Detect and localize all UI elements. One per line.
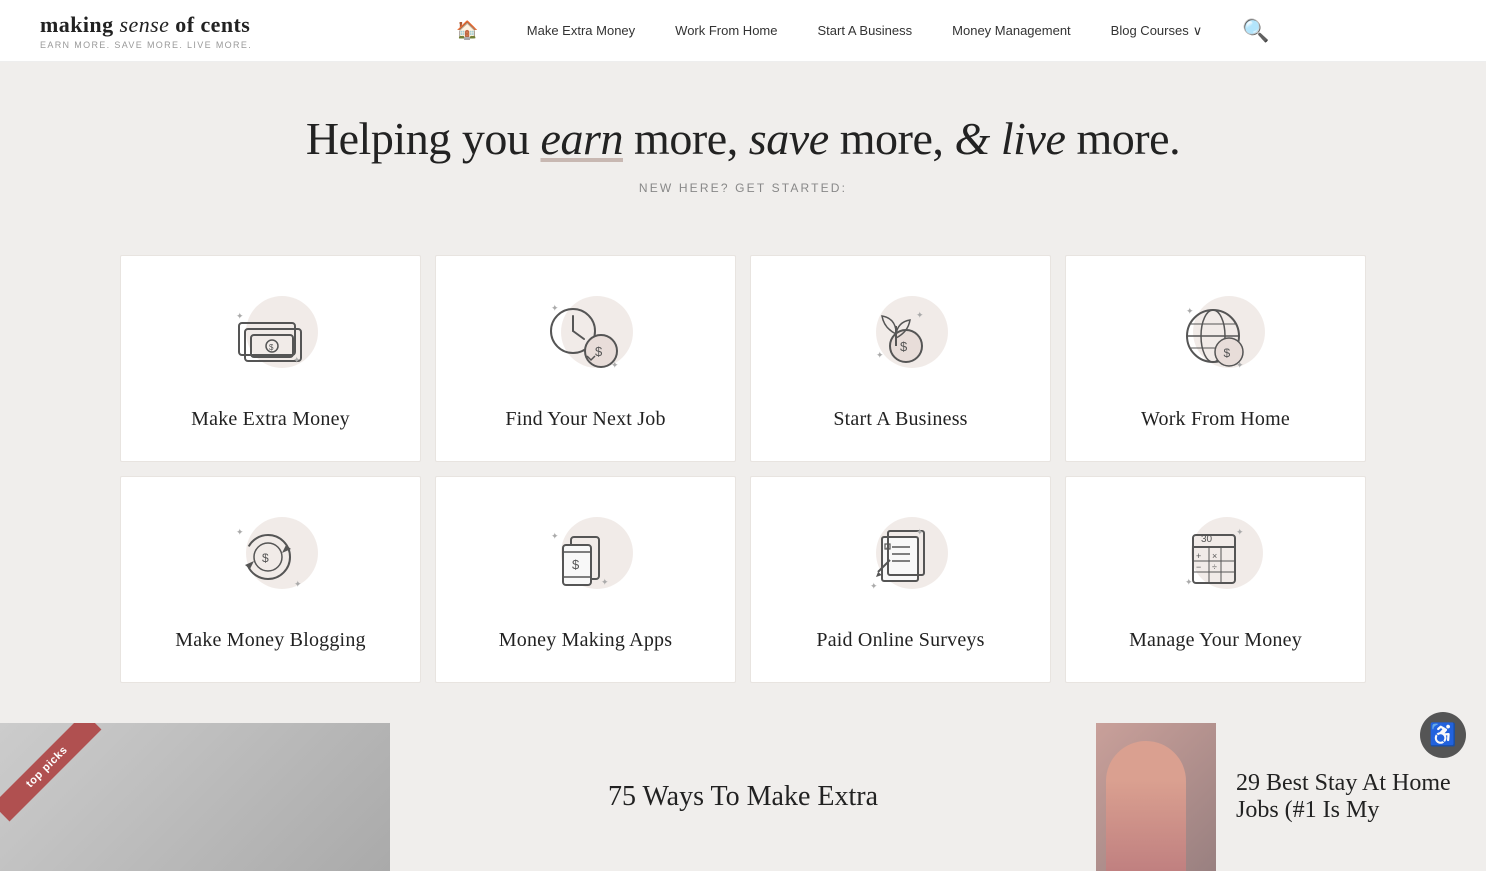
svg-text:✦: ✦ <box>294 579 302 589</box>
svg-text:$: $ <box>1223 346 1230 360</box>
cards-grid: $ ✦ ✦ Make Extra Money $ <box>120 255 1366 683</box>
clock-coin-icon: $ ✦ ✦ <box>541 296 631 376</box>
logo-subtitle: EARN MORE. SAVE MORE. live MORE. <box>40 40 280 50</box>
hero-subheading: NEW HERE? GET STARTED: <box>20 181 1466 195</box>
card-money-making-apps[interactable]: $ ✦ ✦ Money Making Apps <box>435 476 736 683</box>
card-make-money-blogging[interactable]: $ ✦ ✦ Make Money Blogging <box>120 476 421 683</box>
logo[interactable]: making sense of cents EARN MORE. SAVE MO… <box>40 12 280 50</box>
svg-text:✦: ✦ <box>236 527 244 537</box>
svg-text:✦: ✦ <box>1185 577 1193 587</box>
svg-text:+: + <box>1196 551 1201 561</box>
nav-blog-courses[interactable]: Blog Courses ∨ <box>1091 23 1223 39</box>
accessibility-icon: ♿ <box>1429 722 1456 748</box>
svg-text:$: $ <box>262 551 269 565</box>
start-a-business-icon-area: $ ✦ ✦ <box>846 286 956 386</box>
survey-icon: ✓ ✦ ✦ <box>856 517 946 597</box>
person-shape <box>1106 741 1186 871</box>
teaser-article2-image <box>1096 723 1216 871</box>
svg-text:✦: ✦ <box>551 303 559 313</box>
hero-section: Helping you earn more, save more, & live… <box>0 62 1486 255</box>
cards-section: $ ✦ ✦ Make Extra Money $ <box>0 255 1486 723</box>
svg-text:$: $ <box>572 557 580 572</box>
phone-coin-icon: $ ✦ ✦ <box>541 517 631 597</box>
svg-text:✦: ✦ <box>1186 306 1194 316</box>
card-label-money-making-apps: Money Making Apps <box>499 629 672 652</box>
card-work-from-home[interactable]: $ ✦ ✦ Work From Home <box>1065 255 1366 462</box>
search-icon[interactable]: 🔍 <box>1242 18 1269 44</box>
main-nav: 🏠 Make Extra Money Work From Home Start … <box>280 18 1446 44</box>
svg-text:✦: ✦ <box>870 581 878 591</box>
find-your-next-job-icon-area: $ ✦ ✦ <box>531 286 641 386</box>
card-manage-your-money[interactable]: 30 + × − ÷ ✦ ✦ Manage Your Money <box>1065 476 1366 683</box>
card-make-extra-money[interactable]: $ ✦ ✦ Make Extra Money <box>120 255 421 462</box>
ribbon-label: top picks <box>0 723 101 821</box>
card-label-start-a-business: Start A Business <box>833 408 967 431</box>
nav-start-a-business[interactable]: Start A Business <box>797 23 932 38</box>
card-label-find-your-next-job: Find Your Next Job <box>505 408 665 431</box>
paid-online-surveys-icon-area: ✓ ✦ ✦ <box>846 507 956 607</box>
logo-title: making sense of cents <box>40 12 280 38</box>
svg-text:÷: ÷ <box>1212 562 1217 572</box>
card-label-manage-your-money: Manage Your Money <box>1129 629 1302 652</box>
card-start-a-business[interactable]: $ ✦ ✦ Start A Business <box>750 255 1051 462</box>
card-label-make-money-blogging: Make Money Blogging <box>175 629 365 652</box>
svg-text:✦: ✦ <box>611 360 619 370</box>
accessibility-button[interactable]: ♿ <box>1420 712 1466 758</box>
cycle-coin-icon: $ ✦ ✦ <box>226 517 316 597</box>
nav-work-from-home[interactable]: Work From Home <box>655 23 797 38</box>
svg-text:✓: ✓ <box>885 545 889 551</box>
svg-text:−: − <box>1196 562 1201 572</box>
teaser-article2-title: 29 Best Stay At Home Jobs (#1 Is My <box>1236 770 1466 824</box>
teaser-article1-title: 75 Ways To Make Extra <box>608 781 878 813</box>
svg-text:✦: ✦ <box>1236 360 1244 370</box>
card-label-work-from-home: Work From Home <box>1141 408 1290 431</box>
calendar-icon: 30 + × − ÷ ✦ ✦ <box>1171 517 1261 597</box>
svg-text:30: 30 <box>1201 534 1213 545</box>
hero-heading: Helping you earn more, save more, & live… <box>20 112 1466 165</box>
svg-text:✦: ✦ <box>1236 527 1244 537</box>
card-label-make-extra-money: Make Extra Money <box>191 408 350 431</box>
card-find-your-next-job[interactable]: $ ✦ ✦ Find Your Next Job <box>435 255 736 462</box>
svg-text:✦: ✦ <box>236 311 244 321</box>
svg-text:✦: ✦ <box>916 527 924 537</box>
globe-coin-icon: $ ✦ ✦ <box>1171 296 1261 376</box>
work-from-home-icon-area: $ ✦ ✦ <box>1161 286 1271 386</box>
manage-your-money-icon-area: 30 + × − ÷ ✦ ✦ <box>1161 507 1271 607</box>
make-money-blogging-icon-area: $ ✦ ✦ <box>216 507 326 607</box>
svg-text:×: × <box>1212 551 1217 561</box>
svg-text:$: $ <box>269 343 274 352</box>
teaser-article1-text[interactable]: 75 Ways To Make Extra <box>390 723 1096 871</box>
chevron-down-icon: ∨ <box>1193 23 1203 39</box>
plant-coin-icon: $ ✦ ✦ <box>856 296 946 376</box>
nav-make-extra-money[interactable]: Make Extra Money <box>507 23 655 38</box>
top-picks-ribbon: top picks <box>0 723 120 843</box>
nav-money-management[interactable]: Money Management <box>932 23 1091 38</box>
svg-text:$: $ <box>900 339 908 354</box>
svg-text:✦: ✦ <box>601 577 609 587</box>
bottom-teaser: top picks 75 Ways To Make Extra 29 Best … <box>0 723 1486 871</box>
svg-text:✦: ✦ <box>293 355 301 365</box>
svg-text:✦: ✦ <box>916 310 924 320</box>
money-icon: $ ✦ ✦ <box>231 301 311 371</box>
card-paid-online-surveys[interactable]: ✓ ✦ ✦ Paid Online Surveys <box>750 476 1051 683</box>
make-extra-money-icon-area: $ ✦ ✦ <box>216 286 326 386</box>
svg-text:$: $ <box>595 344 603 359</box>
svg-text:✦: ✦ <box>876 350 884 360</box>
money-making-apps-icon-area: $ ✦ ✦ <box>531 507 641 607</box>
teaser-article1-image[interactable]: top picks <box>0 723 390 871</box>
home-icon[interactable]: 🏠 <box>456 20 478 41</box>
svg-text:✦: ✦ <box>551 531 559 541</box>
card-label-paid-online-surveys: Paid Online Surveys <box>816 629 984 652</box>
site-header: making sense of cents EARN MORE. SAVE MO… <box>0 0 1486 62</box>
